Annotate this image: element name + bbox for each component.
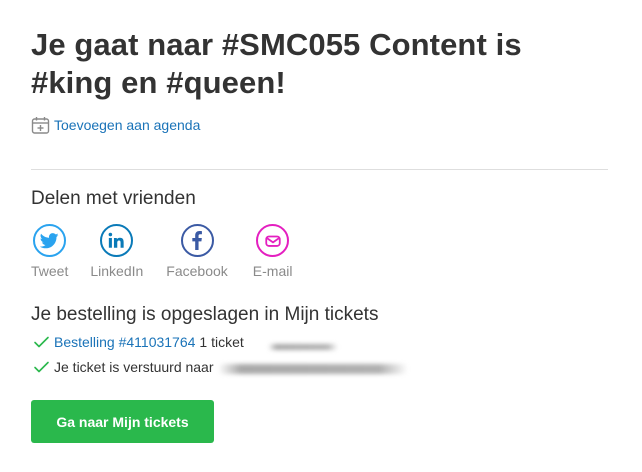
twitter-icon — [33, 224, 67, 257]
calendar-add-icon — [31, 116, 50, 135]
share-linkedin-label: LinkedIn — [90, 263, 144, 279]
section-divider — [31, 169, 608, 170]
ticket-count: 1 ticket — [199, 334, 244, 350]
share-heading: Delen met vrienden — [31, 188, 196, 209]
ticket-sent-line: Je ticket is verstuurd naar — [33, 359, 408, 375]
share-linkedin-button[interactable]: LinkedIn — [90, 224, 143, 279]
share-facebook-label: Facebook — [166, 263, 228, 279]
share-email-label: E-mail — [252, 263, 293, 279]
share-twitter-button[interactable]: Tweet — [31, 224, 68, 279]
order-confirmation-line: Bestelling #411031764 1 ticket — [33, 334, 244, 350]
add-to-calendar-label: Toevoegen aan agenda — [54, 117, 201, 133]
redacted-blur — [268, 344, 338, 350]
go-to-my-tickets-button[interactable]: Ga naar Mijn tickets — [31, 400, 214, 443]
page-title: Je gaat naar #SMC055 Content is #king en… — [31, 27, 522, 100]
confirmation-panel: Je gaat naar #SMC055 Content is #king en… — [31, 26, 611, 443]
checkmark-icon — [33, 335, 50, 349]
order-number-link[interactable]: Bestelling #411031764 — [54, 334, 195, 350]
email-icon — [256, 224, 290, 257]
ticket-sent-text: Je ticket is verstuurd naar — [54, 359, 214, 375]
redacted-email-blur — [217, 363, 408, 374]
order-saved-heading: Je bestelling is opgeslagen in Mijn tick… — [31, 304, 379, 325]
linkedin-icon — [100, 224, 134, 257]
checkmark-icon — [33, 360, 50, 374]
add-to-calendar-link[interactable]: Toevoegen aan agenda — [31, 115, 200, 135]
share-buttons: Tweet LinkedIn Facebook E-mail — [31, 224, 292, 279]
share-email-button[interactable]: E-mail — [252, 224, 293, 279]
share-facebook-button[interactable]: Facebook — [166, 224, 228, 279]
share-twitter-label: Tweet — [31, 263, 69, 279]
facebook-icon — [180, 224, 214, 257]
